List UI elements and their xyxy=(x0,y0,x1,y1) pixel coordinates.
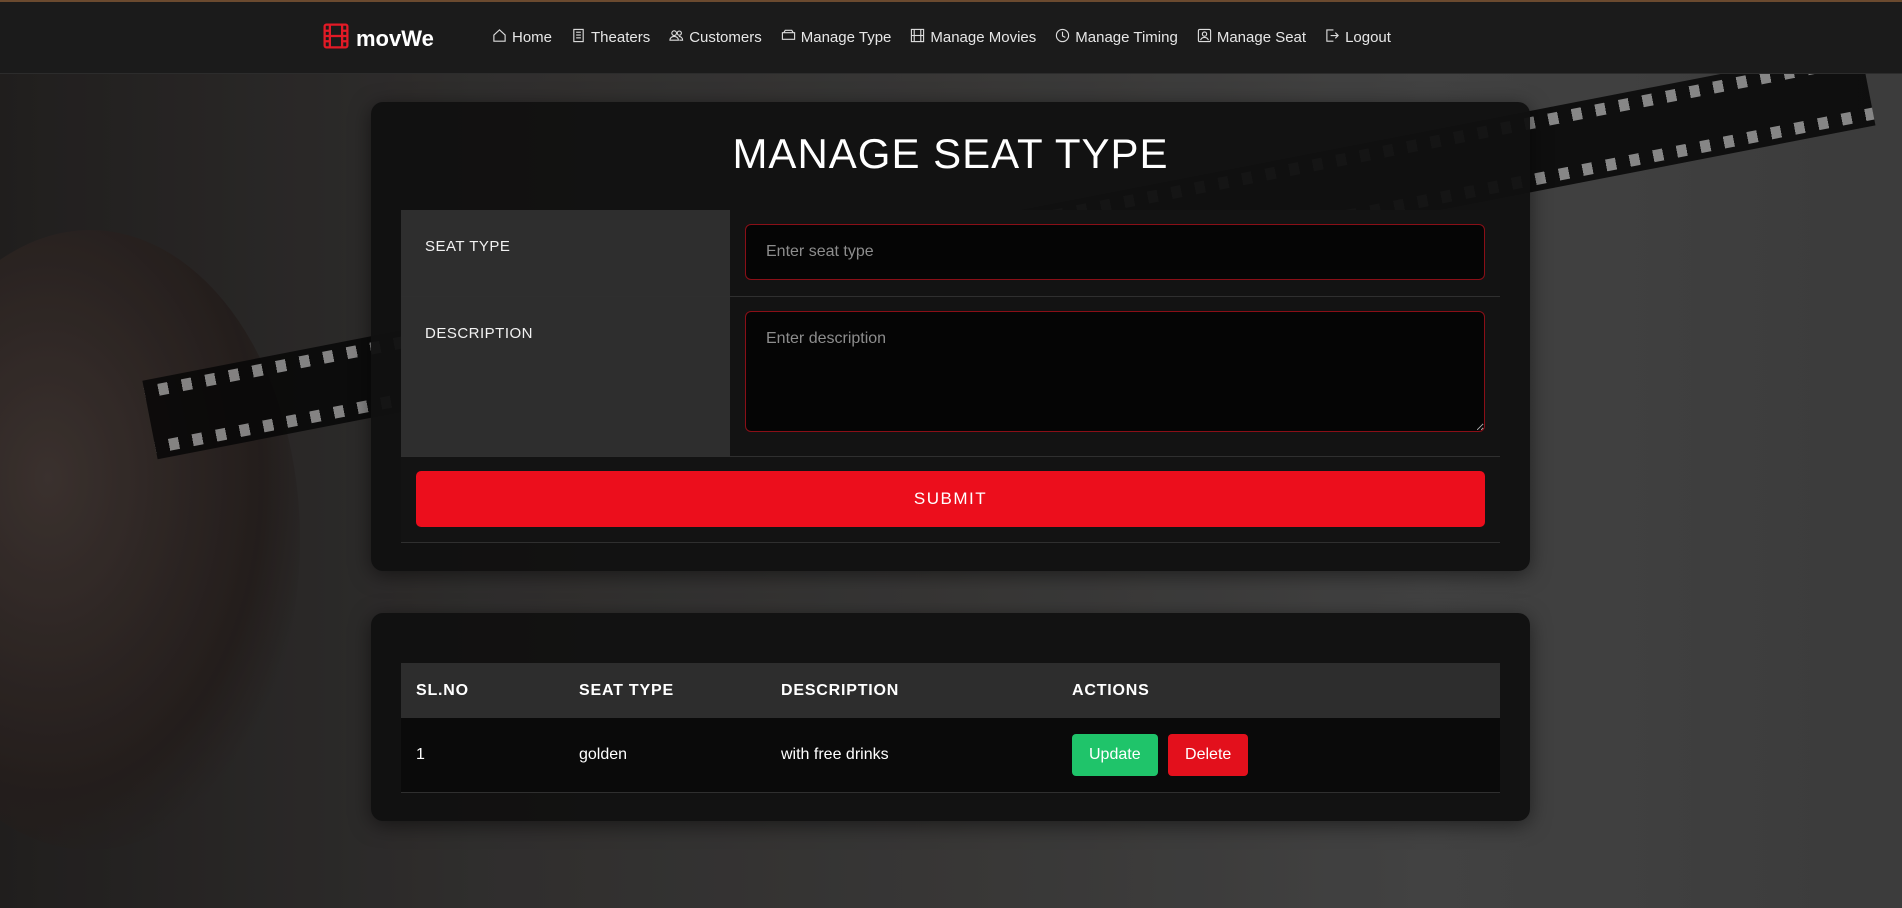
cell-actions: Update Delete xyxy=(1057,718,1500,793)
clock-icon xyxy=(1055,28,1070,47)
nav-theaters-label: Theaters xyxy=(591,29,651,46)
column-header-description: DESCRIPTION xyxy=(766,663,1057,718)
nav-manage-type-label: Manage Type xyxy=(800,29,892,46)
seat-type-label: SEAT TYPE xyxy=(401,210,730,296)
description-input[interactable] xyxy=(745,311,1485,432)
navbar: movWe Home Theaters Customers Manage Typ… xyxy=(0,0,1902,74)
nav-manage-timing[interactable]: Manage Timing xyxy=(1055,28,1178,47)
nav-customers[interactable]: Customers xyxy=(669,28,762,47)
column-header-actions: ACTIONS xyxy=(1057,663,1500,718)
building-icon xyxy=(571,28,586,47)
ticket-icon xyxy=(781,28,796,47)
column-header-sl-no: SL.NO xyxy=(401,663,564,718)
person-square-icon xyxy=(1197,28,1212,47)
nav-manage-timing-label: Manage Timing xyxy=(1075,29,1178,46)
nav-manage-movies[interactable]: Manage Movies xyxy=(910,28,1036,47)
table-row: 1 golden with free drinks Update Delete xyxy=(401,718,1500,793)
cell-description: with free drinks xyxy=(766,718,1057,793)
nav-customers-label: Customers xyxy=(689,29,762,46)
form-row-description: DESCRIPTION xyxy=(401,297,1500,457)
cell-sl-no: 1 xyxy=(401,718,564,793)
delete-button[interactable]: Delete xyxy=(1168,734,1249,776)
home-icon xyxy=(492,28,507,47)
column-header-seat-type: SEAT TYPE xyxy=(564,663,766,718)
logout-icon xyxy=(1325,28,1340,47)
seat-type-form: SEAT TYPE DESCRIPTION SUBMIT xyxy=(401,210,1500,543)
film-icon xyxy=(910,28,925,47)
form-row-seat-type: SEAT TYPE xyxy=(401,210,1500,297)
seat-type-field-cell xyxy=(730,210,1500,296)
brand-logo[interactable]: movWe xyxy=(322,22,434,55)
nav-manage-movies-label: Manage Movies xyxy=(930,29,1037,46)
seat-type-table: SL.NO SEAT TYPE DESCRIPTION ACTIONS 1 go… xyxy=(401,663,1500,793)
page-title: MANAGE SEAT TYPE xyxy=(732,130,1169,177)
nav-manage-type[interactable]: Manage Type xyxy=(781,28,892,47)
film-icon xyxy=(322,22,350,55)
nav-theaters[interactable]: Theaters xyxy=(571,28,650,47)
nav-manage-seat[interactable]: Manage Seat xyxy=(1197,28,1306,47)
nav-logout-label: Logout xyxy=(1345,29,1391,46)
nav-manage-seat-label: Manage Seat xyxy=(1216,29,1307,46)
nav-menu: Home Theaters Customers Manage Type Mana… xyxy=(492,28,1391,47)
seat-type-form-card: MANAGE SEAT TYPE SEAT TYPE DESCRIPTION S… xyxy=(371,102,1530,571)
nav-logout[interactable]: Logout xyxy=(1325,28,1391,47)
cell-seat-type: golden xyxy=(564,718,766,793)
brand-name: movWe xyxy=(356,25,434,51)
seat-type-input[interactable] xyxy=(745,224,1485,280)
description-label: DESCRIPTION xyxy=(401,297,730,456)
submit-row: SUBMIT xyxy=(401,457,1500,543)
seat-type-table-card: SL.NO SEAT TYPE DESCRIPTION ACTIONS 1 go… xyxy=(371,613,1530,821)
description-field-cell xyxy=(730,297,1500,456)
nav-home-label: Home xyxy=(512,29,553,46)
table-header-row: SL.NO SEAT TYPE DESCRIPTION ACTIONS xyxy=(401,663,1500,718)
users-icon xyxy=(669,28,684,47)
nav-home[interactable]: Home xyxy=(492,28,552,47)
submit-button[interactable]: SUBMIT xyxy=(416,471,1485,527)
update-button[interactable]: Update xyxy=(1072,734,1158,776)
